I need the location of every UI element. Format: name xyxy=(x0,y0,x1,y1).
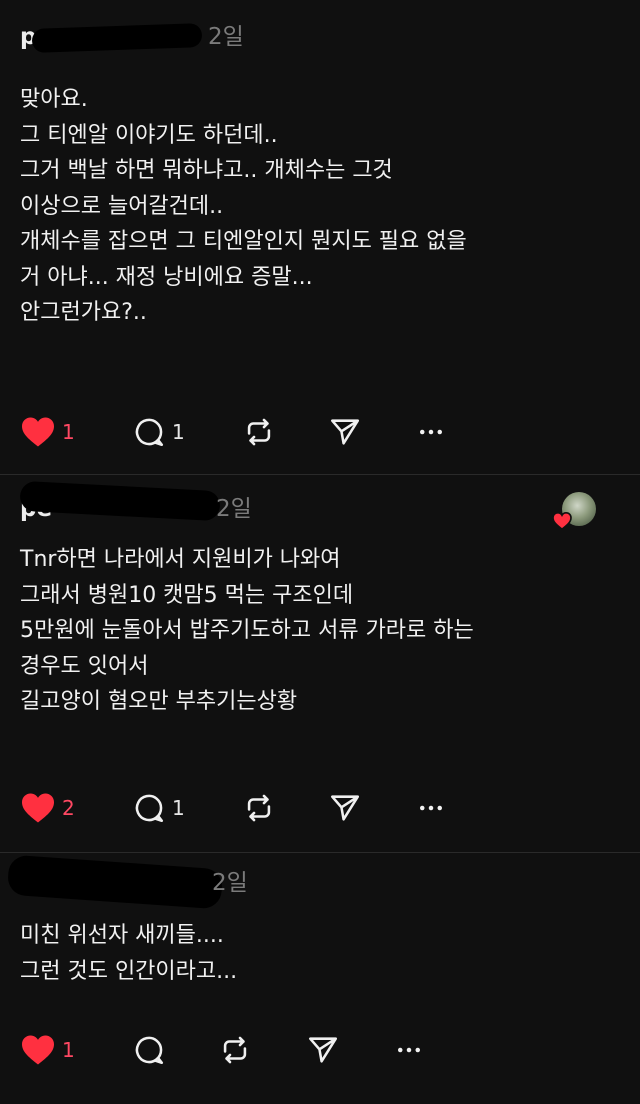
comment-thread: p 2일 맞아요. 그 티엔알 이야기도 하던데.. 그거 백날 하면 뭐하냐고… xyxy=(0,0,640,1104)
comment-line: 이상으로 늘어갈건데.. xyxy=(20,193,224,219)
comment-line: 그 티엔알 이야기도 하던데.. xyxy=(20,122,278,148)
comment-line: 그래서 병원10 캣맘5 먹는 구조인데 xyxy=(20,582,354,608)
send-icon xyxy=(330,419,360,445)
more-button[interactable] xyxy=(394,1030,424,1070)
comment-item: pu 2일 미친 위선자 새끼들.... 그런 것도 인간이라고... 1 xyxy=(0,854,640,1104)
timestamp: 2일 xyxy=(212,870,248,896)
more-button[interactable] xyxy=(416,412,446,452)
more-icon xyxy=(420,805,442,811)
comment-header: pu 2일 xyxy=(6,854,620,910)
reply-button[interactable]: 1 xyxy=(132,788,185,828)
heart-icon xyxy=(22,417,54,447)
comment-icon xyxy=(135,1036,164,1065)
share-button[interactable] xyxy=(328,412,362,452)
like-button[interactable]: 1 xyxy=(20,1030,75,1070)
comment-line: 5만원에 눈돌아서 밥주기도하고 서류 가라로 하는 xyxy=(20,618,474,643)
share-button[interactable] xyxy=(306,1030,340,1070)
comment-body: 미친 위선자 새끼들.... 그런 것도 인간이라고... xyxy=(20,918,237,989)
like-count: 2 xyxy=(62,796,75,820)
action-bar: 1 1 xyxy=(20,412,460,452)
redaction-mark xyxy=(6,854,224,910)
repost-button[interactable] xyxy=(242,788,276,828)
like-count: 1 xyxy=(62,420,75,444)
divider xyxy=(0,852,640,853)
reply-count: 1 xyxy=(172,420,185,444)
comment-icon xyxy=(135,418,164,447)
repost-icon xyxy=(247,794,271,822)
heart-icon xyxy=(22,793,54,823)
reply-button[interactable]: 1 xyxy=(132,412,185,452)
divider xyxy=(0,474,640,475)
heart-icon xyxy=(22,1035,54,1065)
repost-icon xyxy=(223,1036,247,1064)
like-button[interactable]: 1 xyxy=(20,412,75,452)
comment-line: Tnr하면 나라에서 지원비가 나와여 xyxy=(20,547,341,572)
comment-icon xyxy=(135,794,164,823)
repost-button[interactable] xyxy=(242,412,276,452)
send-icon xyxy=(308,1037,338,1063)
comment-item: pe 2일 Tnr하면 나라에서 지원비가 나와여 그래서 병원10 캣맘5 먹… xyxy=(0,480,640,852)
comment-line: 안그런가요?.. xyxy=(20,300,147,325)
comment-line: 길고양이 혐오만 부추기는상황 xyxy=(20,689,298,714)
comment-line: 미친 위선자 새끼들.... xyxy=(20,923,224,948)
comment-line: 맞아요. xyxy=(20,87,88,112)
comment-header: p 2일 xyxy=(20,20,620,54)
redaction-mark xyxy=(31,23,203,53)
comment-line: 개체수를 잡으면 그 티엔알인지 뭔지도 필요 없을 xyxy=(20,229,467,254)
comment-line: 그런 것도 인간이라고... xyxy=(20,958,238,984)
timestamp: 2일 xyxy=(208,24,244,50)
comment-line: 거 아냐... 재정 낭비에요 증말... xyxy=(20,264,313,290)
action-bar: 1 xyxy=(20,1030,460,1070)
reply-count: 1 xyxy=(172,796,185,820)
repost-icon xyxy=(247,418,271,446)
send-icon xyxy=(330,795,360,821)
more-button[interactable] xyxy=(416,788,446,828)
like-count: 1 xyxy=(62,1038,75,1062)
more-icon xyxy=(398,1047,420,1053)
comment-line: 경우도 잇어서 xyxy=(20,653,149,679)
comment-header: pe 2일 xyxy=(19,480,620,530)
timestamp: 2일 xyxy=(216,496,252,522)
like-button[interactable]: 2 xyxy=(20,788,75,828)
more-icon xyxy=(420,429,442,435)
reply-button[interactable] xyxy=(132,1030,172,1070)
comment-item: p 2일 맞아요. 그 티엔알 이야기도 하던데.. 그거 백날 하면 뭐하냐고… xyxy=(0,20,640,472)
heart-icon xyxy=(552,512,572,530)
action-bar: 2 1 xyxy=(20,788,460,828)
comment-body: Tnr하면 나라에서 지원비가 나와여 그래서 병원10 캣맘5 먹는 구조인데… xyxy=(20,542,474,720)
repost-button[interactable] xyxy=(218,1030,252,1070)
comment-body: 맞아요. 그 티엔알 이야기도 하던데.. 그거 백날 하면 뭐하냐고.. 개체… xyxy=(20,82,467,331)
comment-line: 그거 백날 하면 뭐하냐고.. 개체수는 그것 xyxy=(20,158,393,183)
share-button[interactable] xyxy=(328,788,362,828)
